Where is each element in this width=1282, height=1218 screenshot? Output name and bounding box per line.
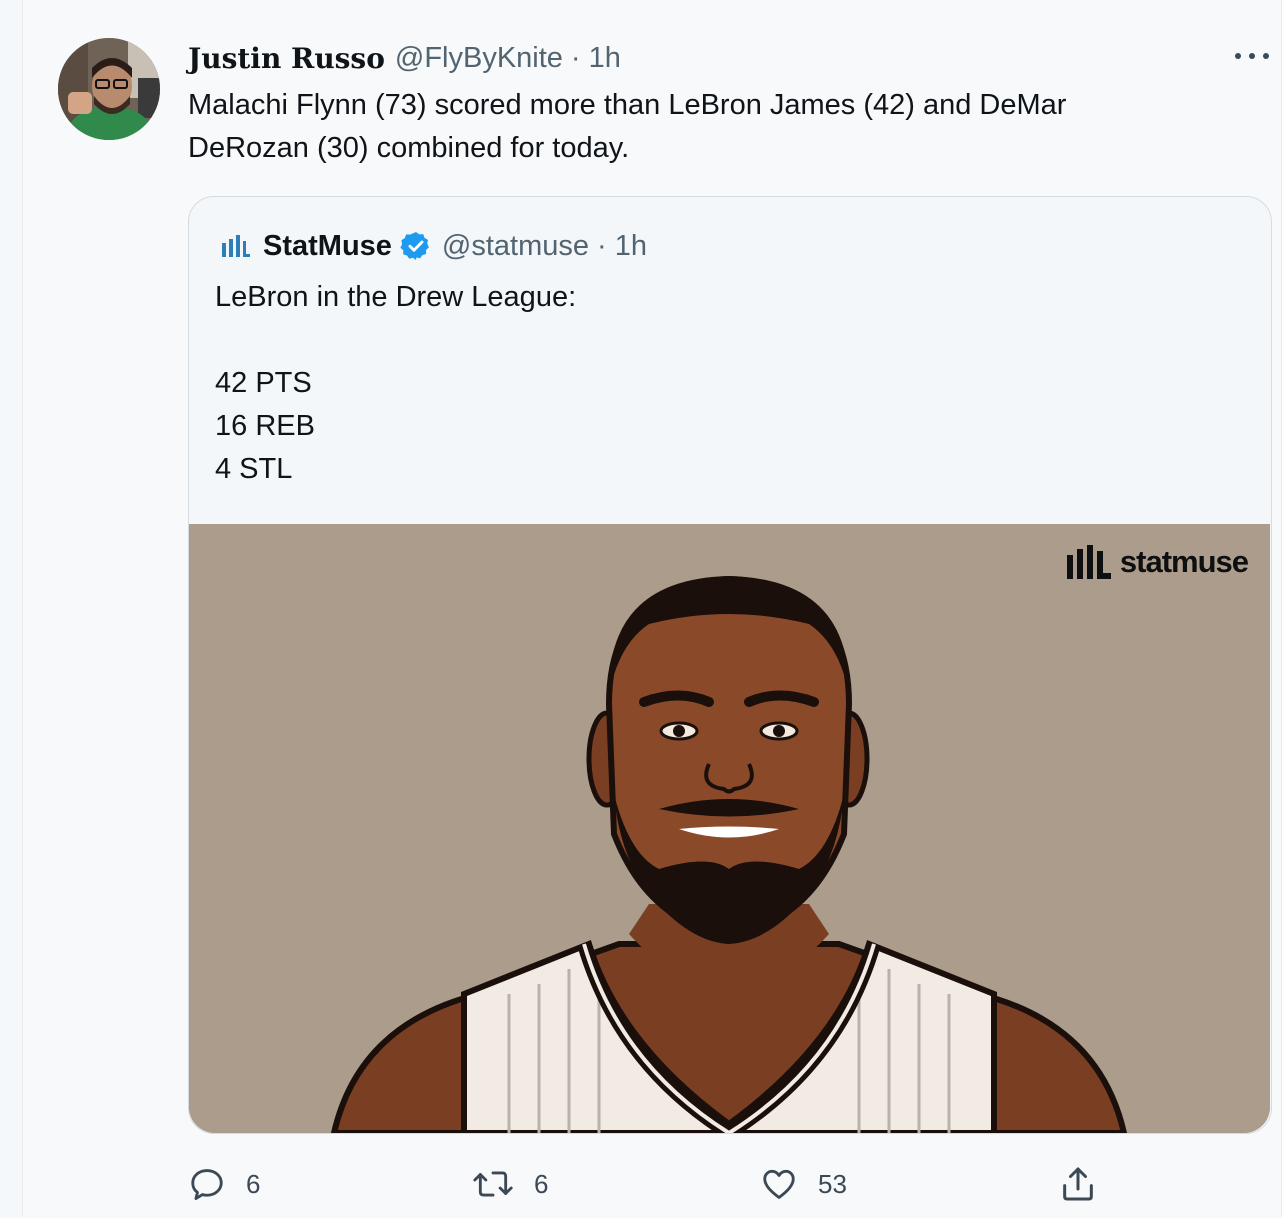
statmuse-logo-icon [222, 235, 250, 257]
separator: · [597, 229, 607, 262]
quoted-author-name[interactable]: StatMuse [263, 230, 392, 263]
tweet-text: Malachi Flynn (73) scored more than LeBr… [188, 89, 1067, 164]
player-illustration [189, 524, 1270, 1133]
share-icon [1063, 1167, 1093, 1201]
verified-badge-icon [400, 232, 429, 260]
timestamp[interactable]: 1h [589, 42, 621, 75]
quoted-tweet-text: LeBron in the Drew League: 42 PTS 16 REB… [215, 276, 576, 491]
like-icon [763, 1169, 795, 1199]
quoted-line: LeBron in the Drew League: [215, 281, 577, 313]
author-name[interactable]: Justin Russo [188, 42, 385, 75]
retweet-button[interactable]: 6 [472, 1160, 548, 1208]
quoted-author-handle[interactable]: @statmuse [442, 230, 589, 263]
like-count: 53 [818, 1168, 847, 1199]
share-button[interactable] [1058, 1160, 1118, 1208]
quoted-line: 42 PTS [215, 367, 312, 399]
retweet-count: 6 [534, 1168, 549, 1199]
like-button[interactable]: 53 [760, 1160, 847, 1208]
quoted-line: 4 STL [215, 453, 293, 485]
quoted-line: 16 REB [215, 410, 315, 442]
reply-icon [191, 1169, 223, 1200]
watermark-text: statmuse [1119, 544, 1249, 579]
separator: · [570, 41, 581, 74]
statmuse-logo-icon [1066, 545, 1111, 579]
more-icon[interactable] [1235, 44, 1269, 68]
reply-button[interactable]: 6 [188, 1160, 260, 1208]
quoted-tweet-header: StatMuse @statmuse · 1h [221, 226, 647, 266]
author-handle[interactable]: @FlyByKnite [395, 42, 563, 75]
tweet-header: Justin Russo @FlyByKnite · 1h [188, 38, 621, 78]
avatar[interactable] [58, 38, 160, 140]
retweet-icon [473, 1171, 513, 1197]
quoted-media-image[interactable]: statmuse [189, 524, 1270, 1133]
reply-count: 6 [246, 1168, 261, 1199]
action-bar: 6 6 53 [188, 1160, 1282, 1210]
media-watermark: statmuse [1066, 544, 1249, 580]
quoted-timestamp[interactable]: 1h [615, 230, 647, 263]
quoted-line [215, 319, 576, 362]
